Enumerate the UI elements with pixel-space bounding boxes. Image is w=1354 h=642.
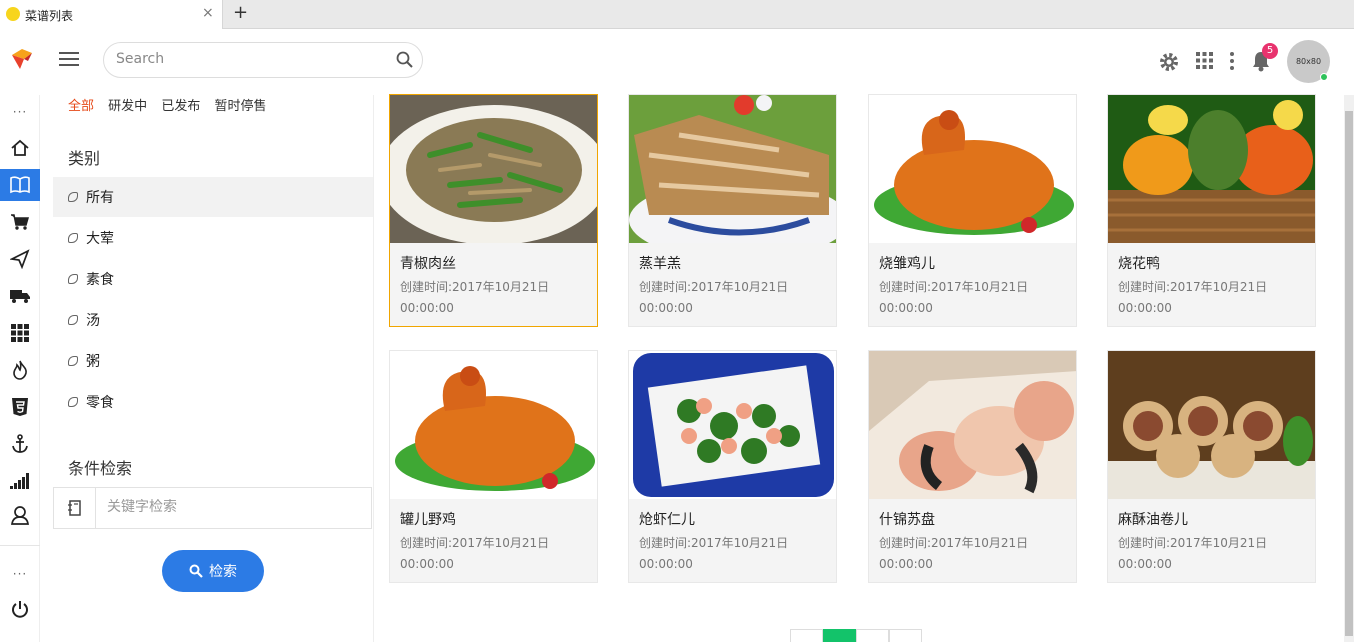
leaf-icon [68,397,78,407]
dish-name: 青椒肉丝 [400,256,456,272]
book-icon[interactable] [0,169,40,201]
dish-card[interactable]: 什锦苏盘 创建时间:2017年10月21日 00:00:00 [868,350,1077,583]
browser-tab[interactable]: 菜谱列表 × [0,0,223,29]
dish-card[interactable]: 烧雏鸡儿 创建时间:2017年10月21日 00:00:00 [868,94,1077,327]
logo-icon [12,49,32,69]
dish-created-time: 创建时间:2017年10月21日 00:00:00 [639,280,789,315]
dish-created-time: 创建时间:2017年10月21日 00:00:00 [400,536,550,571]
dish-card[interactable]: 烧花鸭 创建时间:2017年10月21日 00:00:00 [1107,94,1316,327]
category-item-vegetarian[interactable]: 素食 [53,259,373,299]
pagination [790,629,922,642]
dish-card[interactable]: 蒸羊羔 创建时间:2017年10月21日 00:00:00 [628,94,837,327]
pager-next-button[interactable] [889,629,922,642]
search-input[interactable] [116,51,386,67]
page-scrollbar[interactable] [1344,95,1354,642]
tab-title: 菜谱列表 [25,9,74,23]
dish-image [1108,351,1315,499]
power-icon[interactable] [0,593,40,625]
dish-card[interactable]: 青椒肉丝 创建时间:2017年10月21日 00:00:00 [389,94,598,327]
search-button[interactable]: 检索 [162,550,264,592]
top-header: 5 80x80 [0,29,1354,95]
dish-name: 蒸羊羔 [639,256,681,272]
dish-card[interactable]: 罐儿野鸡 创建时间:2017年10月21日 00:00:00 [389,350,598,583]
dish-created-time: 创建时间:2017年10月21日 00:00:00 [879,280,1029,315]
search-icon[interactable] [396,51,414,69]
user-icon[interactable] [0,499,40,531]
filter-suspended[interactable]: 暂时停售 [214,99,266,114]
online-status-dot [1320,73,1328,81]
rail-bottom-dots: ··· [12,567,28,581]
filter-developing[interactable]: 研发中 [108,99,147,114]
dish-card[interactable]: 麻酥油卷儿 创建时间:2017年10月21日 00:00:00 [1107,350,1316,583]
filter-panel: 全部 研发中 已发布 暂时停售 类别 所有 大荤 素食 汤 粥 零食 条件检索 … [53,95,374,642]
pager-prev-button[interactable] [790,629,823,642]
html5-icon[interactable] [0,391,40,423]
dish-created-time: 创建时间:2017年10月21日 00:00:00 [1118,280,1268,315]
dish-name: 烧雏鸡儿 [879,256,935,272]
hamburger-menu-icon[interactable] [59,52,79,70]
leaf-icon [68,356,78,366]
dish-created-time: 创建时间:2017年10月21日 00:00:00 [639,536,789,571]
new-tab-button[interactable]: + [233,2,248,23]
anchor-icon[interactable] [0,428,40,460]
scrollbar-thumb[interactable] [1345,111,1353,636]
pager-page-button[interactable] [823,629,856,642]
leaf-icon [68,274,78,284]
dish-image [390,351,597,499]
filter-published[interactable]: 已发布 [161,99,200,114]
dish-created-time: 创建时间:2017年10月21日 00:00:00 [879,536,1029,571]
dish-created-time: 创建时间:2017年10月21日 00:00:00 [1118,536,1268,571]
dish-image [869,95,1076,243]
browser-tab-bar: 菜谱列表 × + [0,0,1354,29]
notification-badge: 5 [1262,43,1278,59]
dish-card[interactable]: 炝虾仁儿 创建时间:2017年10月21日 00:00:00 [628,350,837,583]
cart-icon[interactable] [0,206,40,238]
dish-image [629,351,836,499]
fire-icon[interactable] [0,354,40,386]
category-item-meat[interactable]: 大荤 [53,218,373,258]
signal-icon[interactable] [0,465,40,497]
grid-icon[interactable] [0,317,40,349]
dish-name: 烧花鸭 [1118,256,1160,272]
category-heading: 类别 [68,149,101,168]
leaf-icon [68,315,78,325]
dish-image [390,95,597,243]
home-icon[interactable] [0,132,40,164]
dish-name: 罐儿野鸡 [400,512,456,528]
category-item-snacks[interactable]: 零食 [53,382,373,422]
dish-created-time: 创建时间:2017年10月21日 00:00:00 [400,280,550,315]
search-icon [189,564,203,578]
apps-grid-icon[interactable] [1196,52,1213,69]
category-item-soup[interactable]: 汤 [53,300,373,340]
favicon-icon [6,7,20,21]
keyword-search-box [53,487,372,529]
search-box [103,42,423,78]
category-item-porridge[interactable]: 粥 [53,341,373,381]
dish-name: 什锦苏盘 [879,512,935,528]
search-heading: 条件检索 [68,459,133,478]
send-icon[interactable] [0,243,40,275]
gear-icon[interactable] [1158,51,1180,73]
status-filter-tabs: 全部 研发中 已发布 暂时停售 [68,95,276,114]
dish-image [629,95,836,243]
dish-name: 炝虾仁儿 [639,512,695,528]
close-tab-icon[interactable]: × [202,5,214,21]
notebook-icon [54,488,96,528]
keyword-input[interactable] [107,499,357,515]
icon-sidebar: ··· ··· [0,95,40,642]
filter-all[interactable]: 全部 [68,99,94,114]
truck-icon[interactable] [0,280,40,312]
dish-image [1108,95,1315,243]
category-item-all[interactable]: 所有 [53,177,373,217]
leaf-icon [68,233,78,243]
rail-top-dots: ··· [12,105,28,119]
dish-name: 麻酥油卷儿 [1118,512,1188,528]
dish-image [869,351,1076,499]
leaf-icon [68,192,78,202]
pager-page-button[interactable] [856,629,889,642]
more-vertical-icon[interactable] [1229,51,1235,71]
